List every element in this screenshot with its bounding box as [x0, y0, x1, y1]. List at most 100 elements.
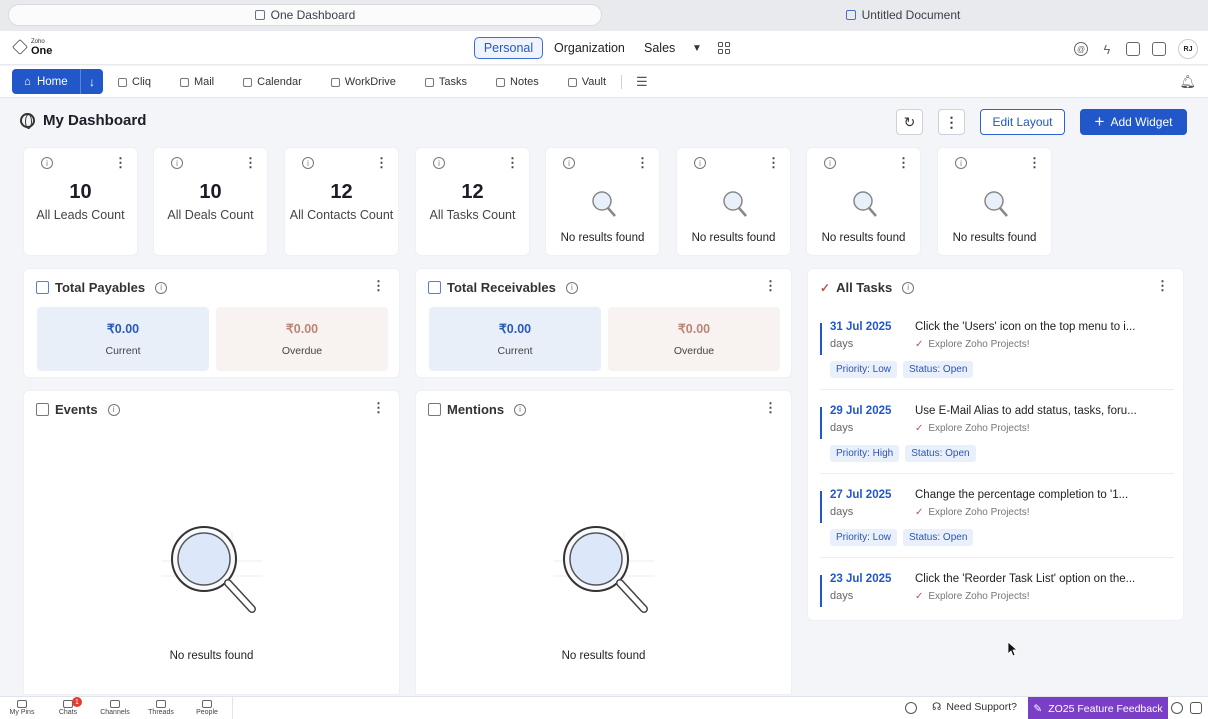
- headset-icon: ☊: [932, 701, 942, 713]
- info-icon[interactable]: i: [565, 281, 578, 294]
- chevron-down-icon[interactable]: ▼: [692, 37, 702, 59]
- empty-card[interactable]: i ⋮ No results found: [937, 147, 1052, 256]
- nav-item-vault[interactable]: Vault: [567, 76, 607, 88]
- mentions-widget: Mentions i ⋮ No results found: [415, 390, 792, 695]
- kebab-icon[interactable]: ⋮: [375, 155, 388, 171]
- arrow-down-icon[interactable]: ↓: [80, 69, 103, 94]
- info-icon[interactable]: i: [955, 157, 967, 169]
- empty-card[interactable]: i ⋮ No results found: [545, 147, 660, 256]
- info-icon[interactable]: i: [563, 157, 575, 169]
- overdue-box[interactable]: ₹0.00 Overdue: [216, 307, 388, 371]
- browser-tab-one-dashboard[interactable]: One Dashboard: [8, 4, 602, 26]
- widget-title: Mentions: [447, 402, 505, 417]
- info-icon[interactable]: i: [694, 157, 706, 169]
- edit-layout-button[interactable]: Edit Layout: [980, 109, 1065, 135]
- search-icon[interactable]: [1171, 702, 1183, 714]
- status-tag: Status: Open: [903, 361, 974, 378]
- bottom-item-my-pins[interactable]: My Pins: [2, 699, 42, 716]
- task-item[interactable]: 31 Jul 2025 days Click the 'Users' icon …: [820, 319, 1174, 403]
- task-item[interactable]: 29 Jul 2025 days Use E-Mail Alias to add…: [820, 403, 1174, 487]
- tab-organization[interactable]: Organization: [554, 37, 625, 59]
- info-icon[interactable]: i: [107, 403, 120, 416]
- current-box[interactable]: ₹0.00 Current: [37, 307, 209, 371]
- info-icon[interactable]: i: [514, 403, 527, 416]
- settings-icon[interactable]: [905, 702, 917, 714]
- count-card-contacts[interactable]: i ⋮ 12 All Contacts Count: [284, 147, 399, 256]
- bottom-item-channels[interactable]: Channels: [95, 699, 135, 716]
- widget-title: Total Receivables: [447, 280, 556, 295]
- task-item[interactable]: 23 Jul 2025 days Click the 'Reorder Task…: [820, 571, 1174, 611]
- nav-item-calendar[interactable]: Calendar: [243, 76, 302, 88]
- apps-grid-icon[interactable]: [718, 37, 730, 59]
- customize-sliders-icon[interactable]: ☰: [636, 74, 648, 90]
- task-date: 27 Jul 2025: [830, 489, 892, 501]
- task-date: 29 Jul 2025: [830, 405, 892, 417]
- browser-tab-untitled-document[interactable]: Untitled Document: [606, 4, 1200, 26]
- empty-card[interactable]: i ⋮ No results found: [806, 147, 921, 256]
- task-project[interactable]: Explore Zoho Projects!: [928, 339, 1029, 350]
- kebab-icon[interactable]: ⋮: [764, 278, 777, 294]
- task-title[interactable]: Use E-Mail Alias to add status, tasks, f…: [915, 405, 1137, 417]
- count-value: 10: [199, 181, 222, 203]
- empty-card[interactable]: i ⋮ No results found: [676, 147, 791, 256]
- add-widget-button[interactable]: + Add Widget: [1080, 109, 1187, 135]
- notes-icon[interactable]: [1152, 42, 1166, 56]
- task-project[interactable]: Explore Zoho Projects!: [928, 507, 1029, 518]
- kebab-icon[interactable]: ⋮: [114, 155, 127, 171]
- info-icon[interactable]: i: [155, 281, 168, 294]
- bottom-item-chats[interactable]: Chats 1: [48, 697, 88, 716]
- nav-item-notes[interactable]: Notes: [496, 76, 539, 88]
- calendar-icon[interactable]: [1126, 42, 1140, 56]
- archive-icon[interactable]: [1190, 702, 1202, 714]
- info-icon[interactable]: i: [41, 157, 53, 169]
- count-card-leads[interactable]: i ⋮ 10 All Leads Count: [23, 147, 138, 256]
- info-icon[interactable]: i: [302, 157, 314, 169]
- task-project[interactable]: Explore Zoho Projects!: [928, 423, 1029, 434]
- task-title[interactable]: Change the percentage completion to '1..…: [915, 489, 1128, 501]
- tab-personal[interactable]: Personal: [474, 37, 543, 59]
- feature-feedback-button[interactable]: ✎ ZO25 Feature Feedback: [1028, 697, 1168, 719]
- kebab-icon[interactable]: ⋮: [244, 155, 257, 171]
- count-card-tasks[interactable]: i ⋮ 12 All Tasks Count: [415, 147, 530, 256]
- mention-icon[interactable]: @: [1074, 42, 1088, 56]
- bottom-item-people[interactable]: People: [187, 699, 227, 716]
- tab-sales[interactable]: Sales: [644, 37, 675, 59]
- kebab-icon[interactable]: ⋮: [764, 400, 777, 416]
- refresh-button[interactable]: ↻: [896, 109, 923, 135]
- overdue-box[interactable]: ₹0.00 Overdue: [608, 307, 780, 371]
- count-card-deals[interactable]: i ⋮ 10 All Deals Count: [153, 147, 268, 256]
- task-marker: [820, 407, 822, 439]
- nav-item-mail[interactable]: Mail: [179, 76, 214, 88]
- mouse-cursor-icon: [1008, 642, 1018, 657]
- current-box[interactable]: ₹0.00 Current: [429, 307, 601, 371]
- kebab-icon[interactable]: ⋮: [1156, 278, 1169, 294]
- task-title[interactable]: Click the 'Users' icon on the top menu t…: [915, 321, 1135, 333]
- task-project[interactable]: Explore Zoho Projects!: [928, 591, 1029, 602]
- avatar[interactable]: RJ: [1178, 39, 1198, 59]
- info-icon[interactable]: i: [824, 157, 836, 169]
- lightning-icon[interactable]: ϟ: [1100, 42, 1114, 57]
- count-value: 12: [461, 181, 484, 203]
- kebab-icon[interactable]: ⋮: [372, 400, 385, 416]
- info-icon[interactable]: i: [433, 157, 445, 169]
- need-support-button[interactable]: ☊ Need Support?: [932, 701, 1017, 713]
- info-icon[interactable]: i: [171, 157, 183, 169]
- nav-label: Vault: [581, 76, 607, 88]
- zoho-one-logo[interactable]: Zoho One: [12, 38, 52, 57]
- nav-item-workdrive[interactable]: WorkDrive: [330, 76, 396, 88]
- kebab-icon[interactable]: ⋮: [767, 155, 780, 171]
- bell-icon[interactable]: 🔔︎: [1179, 74, 1196, 90]
- kebab-icon[interactable]: ⋮: [372, 278, 385, 294]
- bottom-item-threads[interactable]: Threads: [141, 699, 181, 716]
- home-button[interactable]: ⌂ Home ↓: [12, 69, 103, 94]
- nav-item-tasks[interactable]: Tasks: [424, 76, 467, 88]
- more-options-button[interactable]: ⋮: [938, 109, 965, 135]
- nav-item-cliq[interactable]: Cliq: [118, 76, 151, 88]
- kebab-icon[interactable]: ⋮: [897, 155, 910, 171]
- task-title[interactable]: Click the 'Reorder Task List' option on …: [915, 573, 1135, 585]
- info-icon[interactable]: i: [902, 281, 915, 294]
- kebab-icon[interactable]: ⋮: [1028, 155, 1041, 171]
- kebab-icon[interactable]: ⋮: [636, 155, 649, 171]
- task-item[interactable]: 27 Jul 2025 days Change the percentage c…: [820, 487, 1174, 571]
- kebab-icon[interactable]: ⋮: [506, 155, 519, 171]
